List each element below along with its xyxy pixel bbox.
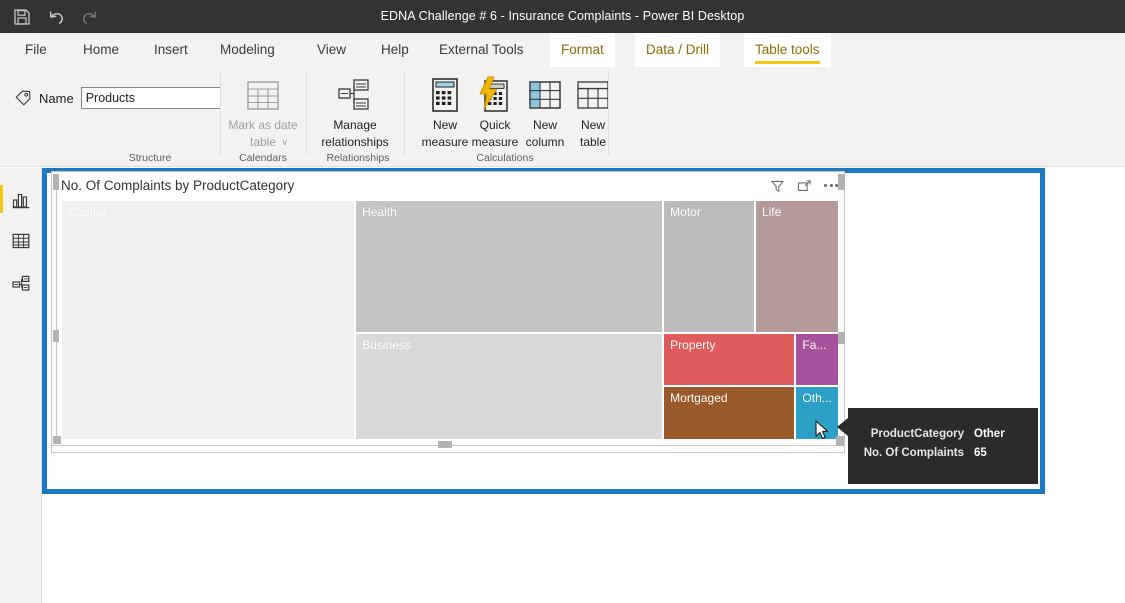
sidebar-item-model[interactable]	[0, 262, 42, 304]
visual-title: No. Of Complaints by ProductCategory	[61, 178, 295, 193]
ribbon-tab-modeling[interactable]: Modeling	[209, 33, 286, 67]
tooltip-key: ProductCategory	[870, 428, 964, 440]
view-switcher-rail	[0, 168, 42, 603]
window-title: EDNA Challenge # 6 - Insurance Complaint…	[380, 9, 745, 23]
new-column-button-label-line1: New	[532, 118, 557, 132]
ribbon-tab-home[interactable]: Home	[72, 33, 130, 67]
treemap-tile[interactable]: Motor	[663, 200, 755, 333]
tooltip-value: 65	[974, 447, 987, 459]
relationships-icon	[338, 79, 369, 110]
treemap-tile-label: Health	[362, 205, 397, 219]
ribbon-group-separator	[220, 73, 221, 155]
new-measure-button-label-line1: New	[432, 118, 457, 132]
table-grid-icon	[12, 233, 30, 249]
filter-icon[interactable]	[770, 179, 785, 194]
resize-handle-bottom-left[interactable]	[53, 436, 61, 444]
tooltip-row: No. Of Complaints 65	[848, 447, 1038, 459]
new-table-button-label-line1: New	[580, 118, 605, 132]
calendar-icon	[247, 81, 279, 110]
manage-relationships-button[interactable]: Manage relationships	[318, 75, 392, 149]
bar-chart-icon	[12, 193, 30, 209]
resize-handle-bottom-right[interactable]	[836, 436, 844, 446]
tag-icon	[15, 90, 31, 106]
ribbon-group-label-structure: Structure	[128, 152, 172, 164]
more-options-icon[interactable]	[824, 184, 838, 189]
treemap-tile[interactable]: Property	[663, 332, 796, 387]
ribbon-tab-help[interactable]: Help	[370, 33, 420, 67]
treemap-tile-label: Motor	[670, 205, 701, 219]
ribbon-group-label-relationships: Relationships	[326, 152, 390, 164]
treemap-tile-label: Oth...	[802, 391, 832, 406]
treemap-tile-label: Fa...	[802, 337, 827, 352]
treemap-tile[interactable]: Capital	[61, 200, 356, 440]
ribbon-group-separator	[306, 73, 307, 155]
ribbon: Name Mark as date table ∨ Manage relationshi…	[0, 67, 1125, 167]
treemap-tile[interactable]: Business	[355, 332, 664, 440]
resize-handle-top-left[interactable]	[53, 174, 59, 190]
table-name-input[interactable]	[80, 87, 221, 109]
treemap-tile[interactable]: Life	[754, 200, 839, 333]
resize-handle-middle-right[interactable]	[838, 332, 845, 344]
sidebar-item-data[interactable]	[0, 220, 42, 262]
treemap-visual[interactable]: No. Of Complaints by ProductCategory Cap…	[51, 171, 845, 453]
manage-relationships-button-label-line1: Manage	[333, 118, 377, 132]
new-table-icon	[577, 81, 609, 109]
treemap-tile[interactable]: Mortgaged	[663, 386, 796, 440]
quick-measure-button-label-line1: Quick	[479, 118, 511, 132]
ribbon-tab-table-tools[interactable]: Table tools	[744, 33, 831, 67]
sidebar-item-report[interactable]	[0, 178, 42, 220]
resize-handle-bottom-center[interactable]	[438, 441, 452, 448]
treemap-tile-label: Property	[670, 337, 716, 352]
treemap-tile[interactable]: Fa...	[795, 332, 839, 387]
mark-as-date-table-button[interactable]: Mark as date table ∨	[226, 75, 300, 149]
treemap-tile-label: Mortgaged	[670, 391, 728, 406]
treemap-tile[interactable]: Health	[355, 200, 664, 333]
new-table-button-label-line2: table	[579, 135, 607, 149]
ribbon-tab-insert[interactable]: Insert	[143, 33, 199, 67]
tooltip-key: No. Of Complaints	[863, 447, 964, 459]
ribbon-tab-format[interactable]: Format	[550, 33, 615, 67]
table-name-group: Name	[14, 87, 221, 109]
model-relationships-icon	[12, 275, 30, 291]
treemap-tile-label: Capital	[68, 205, 106, 219]
ribbon-tab-view[interactable]: View	[306, 33, 357, 67]
treemap-tile-label: Life	[761, 205, 782, 219]
name-label: Name	[39, 90, 74, 106]
ribbon-tab-external-tools[interactable]: External Tools	[428, 33, 535, 67]
ribbon-tab-file[interactable]: File	[14, 33, 58, 67]
mark-as-date-table-button-label-line2: table	[249, 135, 277, 149]
treemap-plot-area: Capital Health Business Motor Life Property Fa…	[61, 200, 839, 440]
resize-handle-top-right[interactable]	[838, 174, 845, 190]
title-bar: EDNA Challenge # 6 - Insurance Complaint…	[0, 0, 1125, 33]
tooltip-row: ProductCategory Other	[848, 428, 1038, 440]
power-bi-desktop-window: EDNA Challenge # 6 - Insurance Complaint…	[0, 0, 1125, 603]
new-table-button[interactable]: New table	[556, 75, 630, 149]
ribbon-tab-strip: File Home Insert Modeling View Help External T…	[0, 33, 1125, 67]
treemap-tooltip: ProductCategory Other No. Of Complaints 65	[837, 408, 1038, 484]
mark-as-date-table-button-label-line1: Mark as date	[228, 118, 298, 132]
visual-header-icons	[770, 179, 838, 194]
chevron-down-icon[interactable]: ∨	[281, 137, 288, 148]
focus-mode-icon[interactable]	[797, 179, 812, 194]
manage-relationships-button-label-line2: relationships	[321, 135, 389, 149]
ribbon-group-label-calculations: Calculations	[476, 152, 534, 164]
treemap-tile-label: Business	[362, 337, 411, 352]
visual-left-edge	[56, 176, 57, 444]
mouse-cursor	[815, 420, 829, 440]
ribbon-tab-data-drill[interactable]: Data / Drill	[635, 33, 721, 67]
ribbon-group-separator	[608, 73, 609, 155]
tooltip-value: Other	[974, 428, 1005, 440]
resize-handle-middle-left[interactable]	[53, 330, 59, 342]
ribbon-group-separator	[404, 73, 405, 155]
